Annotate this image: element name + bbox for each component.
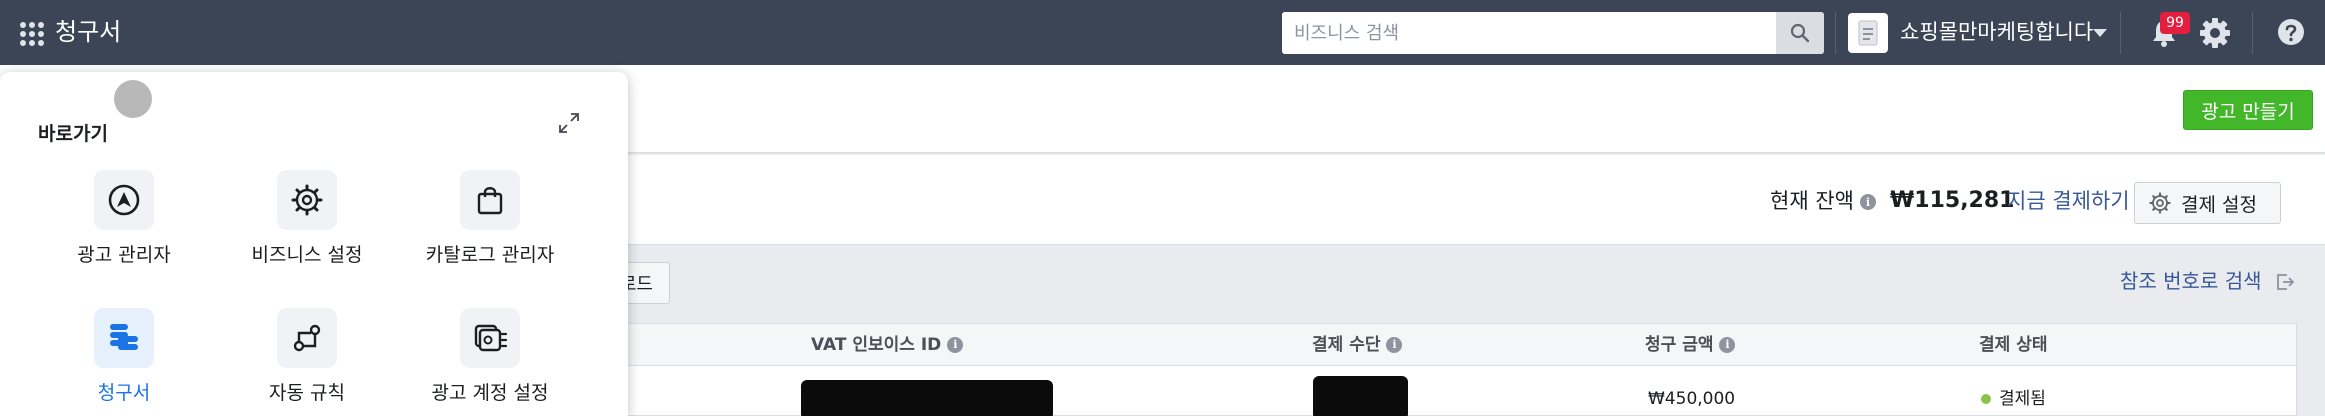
shopping-bag-icon (460, 170, 520, 230)
shortcut-business-settings[interactable]: 비즈니스 설정 (217, 170, 397, 268)
gear-icon (2149, 192, 2171, 214)
shortcut-automated-rules[interactable]: 자동 규칙 (217, 308, 397, 406)
payment-settings-label: 결제 설정 (2181, 193, 2257, 216)
divider (2120, 12, 2121, 54)
shortcut-ad-account-settings[interactable]: 광고 계정 설정 (400, 308, 580, 406)
shortcut-label: 광고 관리자 (77, 244, 171, 266)
column-header[interactable]: 결제 수단 i (1312, 334, 1403, 356)
status-dot (1981, 394, 1991, 404)
help-icon (2278, 19, 2304, 45)
shortcut-label: 자동 규칙 (269, 382, 345, 404)
billed-amount: ₩450,000 (1648, 389, 1736, 409)
invoice-table: VAT 인보이스 ID i 결제 수단 i 청구 금액 i 결제 상태 ₩450,00… (600, 323, 2297, 416)
table-header: VAT 인보이스 ID i 결제 수단 i 청구 금액 i 결제 상태 (601, 324, 2296, 366)
shortcut-label: 카탈로그 관리자 (425, 244, 555, 266)
reference-search-link[interactable]: 참조 번호로 검색 (2120, 266, 2262, 296)
app-grid-icon[interactable] (20, 22, 44, 46)
chevron-down-icon[interactable] (2093, 29, 2107, 37)
business-avatar[interactable] (1848, 13, 1888, 53)
pay-now-link[interactable]: 지금 결제하기 (2007, 186, 2130, 216)
divider (2252, 12, 2253, 54)
settings-button[interactable] (2198, 16, 2232, 54)
shortcut-label: 광고 계정 설정 (431, 382, 549, 404)
shortcut-label: 청구서 (97, 382, 151, 404)
column-header[interactable]: VAT 인보이스 ID i (811, 334, 964, 356)
info-icon[interactable]: i (1860, 194, 1876, 210)
search-button[interactable] (1776, 12, 1824, 54)
info-icon[interactable]: i (1719, 337, 1736, 353)
balance-amount: ₩115,281 (1890, 188, 2015, 213)
gear-icon (277, 170, 337, 230)
gear-icon (2200, 18, 2230, 48)
redacted-invoice-id (801, 380, 1053, 416)
info-icon[interactable]: i (1386, 337, 1403, 353)
shortcut-catalog-manager[interactable]: 카탈로그 관리자 (400, 170, 580, 268)
external-link-icon[interactable] (2275, 272, 2295, 296)
app-title: 청구서 (55, 18, 122, 46)
shortcut-billing[interactable]: 청구서 (34, 308, 214, 406)
payment-status: 결제됨 (1981, 388, 2046, 410)
business-name[interactable]: 쇼핑몰만마케팅합니다 (1900, 15, 2093, 49)
divider (1835, 12, 1836, 54)
cursor-indicator (114, 80, 152, 118)
billing-database-icon (94, 308, 154, 368)
ads-manager-icon (94, 170, 154, 230)
redacted-payment-method (1313, 376, 1408, 416)
balance-label: 현재 잔액 (1770, 189, 1854, 213)
create-ad-button[interactable]: 광고 만들기 (2183, 90, 2313, 130)
payment-settings-button[interactable]: 결제 설정 (2134, 182, 2281, 224)
document-icon (1858, 20, 1878, 46)
shortcut-ads-manager[interactable]: 광고 관리자 (34, 170, 214, 268)
expand-icon[interactable] (558, 112, 580, 138)
search-icon (1790, 23, 1810, 43)
business-search (1282, 12, 1824, 54)
top-navigation-bar: 청구서 쇼핑몰만마케팅합니다 99 (0, 0, 2325, 65)
column-header[interactable]: 결제 상태 (1979, 334, 2047, 356)
shortcuts-title: 바로가기 (38, 123, 108, 145)
ad-account-settings-icon (460, 308, 520, 368)
info-icon[interactable]: i (947, 337, 964, 353)
column-header[interactable]: 청구 금액 i (1645, 334, 1736, 356)
business-search-input[interactable] (1282, 12, 1774, 54)
help-button[interactable] (2277, 18, 2305, 50)
notification-badge: 99 (2160, 12, 2190, 34)
automated-rules-icon (277, 308, 337, 368)
shortcut-label: 비즈니스 설정 (251, 244, 363, 266)
